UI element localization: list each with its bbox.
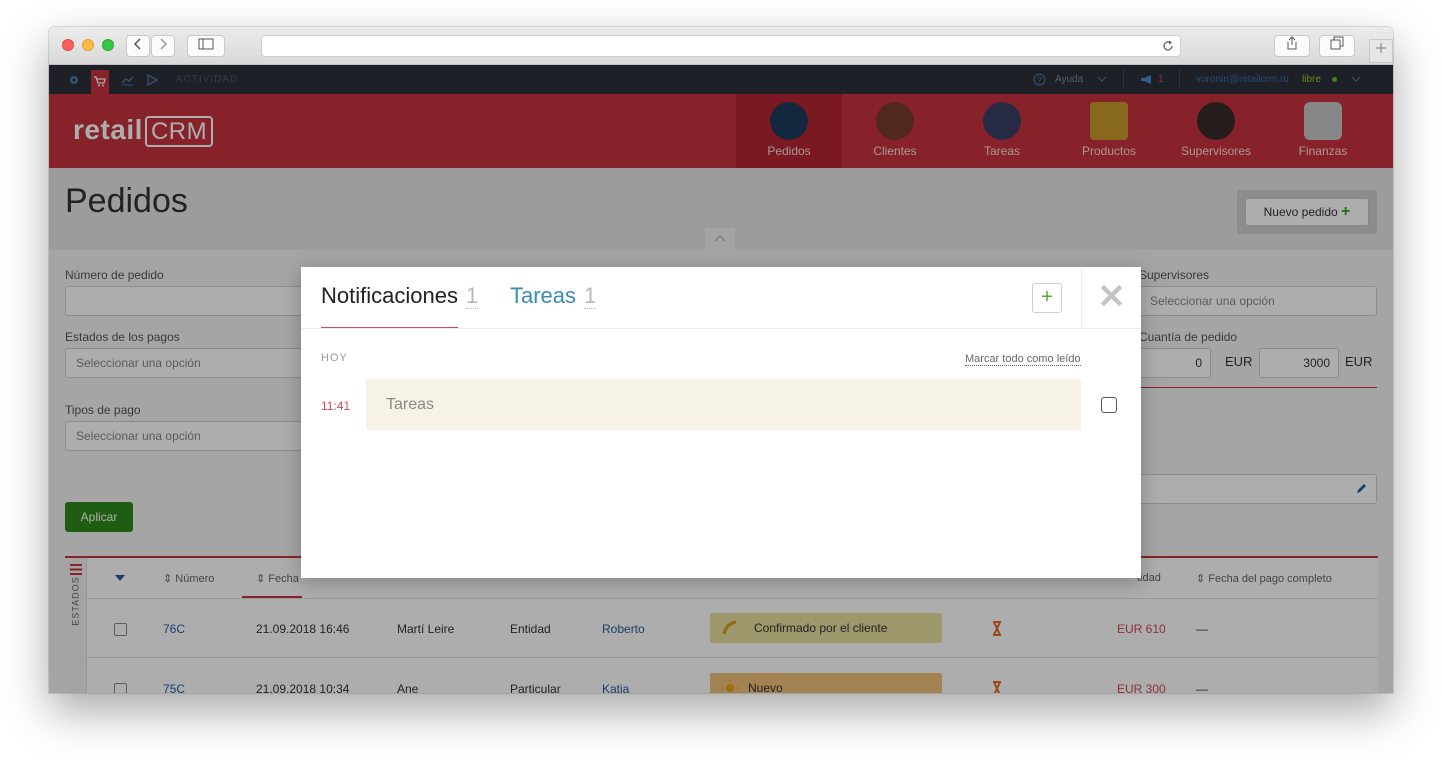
mark-all-read-link[interactable]: Marcar todo como leído [965,353,1081,366]
notifications-count: 1 [465,283,479,309]
close-window-button[interactable] [62,39,74,51]
group-label: HOY [321,352,348,364]
tab-label: Tareas [510,283,577,308]
sidebar-toggle-button[interactable] [187,35,225,57]
back-button[interactable] [126,35,150,57]
address-bar[interactable] [261,35,1181,57]
maximize-window-button[interactable] [102,39,114,51]
reload-icon [1163,40,1173,51]
notification-time: 11:41 [321,399,351,413]
tab-notifications[interactable]: Notificaciones 1 [321,283,479,309]
tabs-overview-button[interactable] [1319,35,1355,57]
share-icon [1287,36,1297,50]
browser-window: ACTIVIDAD ? Ayuda 1 voronin@retailcrm.ru… [49,27,1393,693]
notifications-modal: Notificaciones 1 Tareas 1 + ✕ HOY Marcar t… [301,267,1141,578]
tab-label: Notificaciones [321,283,458,308]
new-tab-button[interactable] [1369,39,1393,63]
sidebar-icon [198,38,214,50]
minimize-window-button[interactable] [82,39,94,51]
notification-checkbox[interactable] [1101,397,1117,413]
notification-item[interactable]: Tareas [366,379,1081,430]
tab-tasks[interactable]: Tareas 1 [510,283,597,309]
add-task-button[interactable]: + [1032,283,1062,313]
chevron-left-icon [133,38,141,50]
browser-titlebar [49,27,1393,65]
chevron-right-icon [160,38,168,50]
app-viewport: ACTIVIDAD ? Ayuda 1 voronin@retailcrm.ru… [49,65,1393,693]
tabs-icon [1330,36,1344,50]
tasks-count: 1 [584,283,597,309]
share-button[interactable] [1274,35,1310,57]
modal-header-divider [301,328,1141,329]
forward-button[interactable] [151,35,175,57]
close-modal-button[interactable]: ✕ [1081,267,1141,328]
plus-icon [1376,43,1386,53]
